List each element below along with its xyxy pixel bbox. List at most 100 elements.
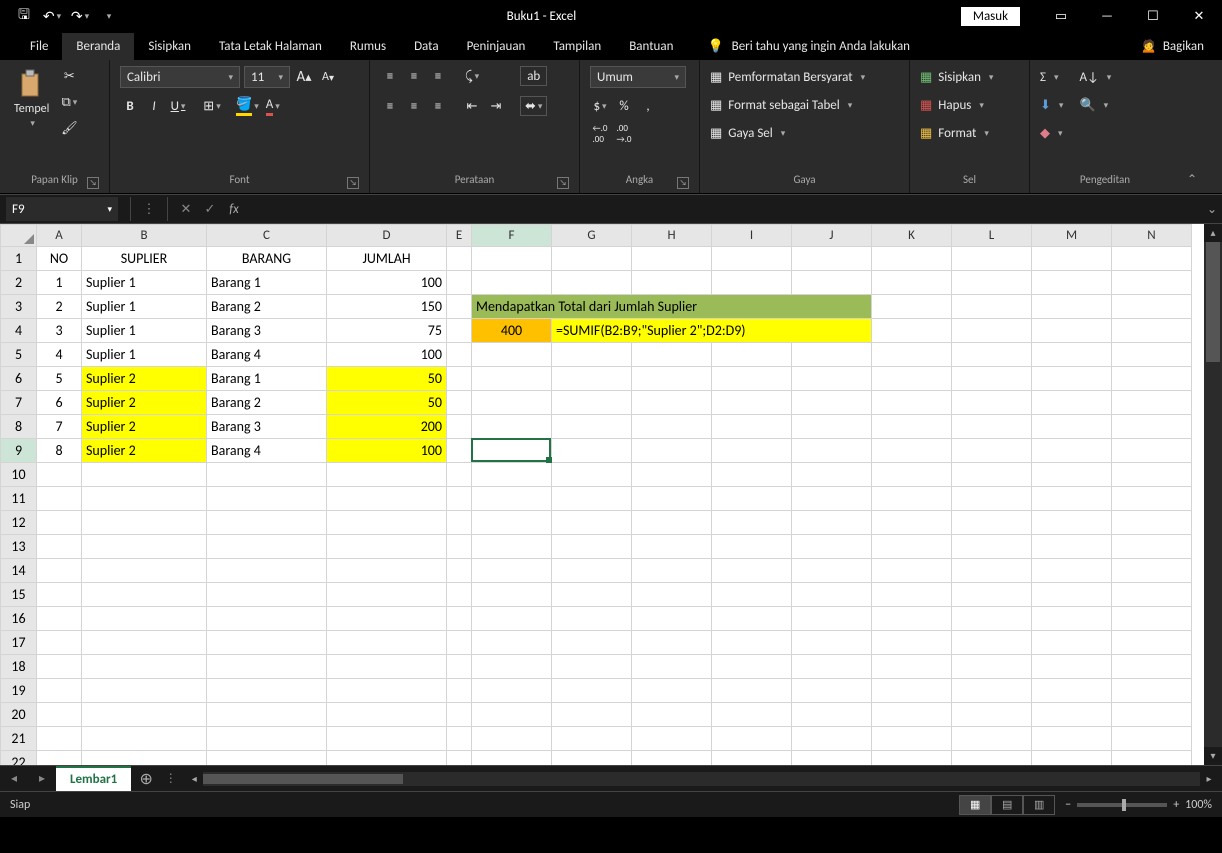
cell-G16[interactable] [552, 607, 632, 631]
cell-G1[interactable] [552, 247, 632, 271]
row-header-10[interactable]: 10 [1, 463, 37, 487]
align-middle-icon[interactable]: ≡ [404, 66, 424, 86]
cell-F3[interactable]: Mendapatkan Total dari Jumlah Suplier [472, 295, 872, 319]
cell-K1[interactable] [872, 247, 952, 271]
cell-B15[interactable] [82, 583, 207, 607]
cell-D5[interactable]: 100 [327, 343, 447, 367]
cell-C19[interactable] [207, 679, 327, 703]
cell-C4[interactable]: Barang 3 [207, 319, 327, 343]
normal-view-button[interactable]: ▦ [959, 795, 991, 815]
cell-D3[interactable]: 150 [327, 295, 447, 319]
expand-formula-bar-icon[interactable]: ⌄ [1202, 202, 1222, 217]
cell-K2[interactable] [872, 271, 952, 295]
align-left-icon[interactable]: ≡ [380, 96, 400, 116]
comma-button[interactable]: , [638, 96, 658, 116]
cell-D19[interactable] [327, 679, 447, 703]
cell-L8[interactable] [952, 415, 1032, 439]
increase-decimal-icon[interactable]: ←.0.00 [590, 124, 610, 144]
cell-N11[interactable] [1112, 487, 1192, 511]
cell-M5[interactable] [1032, 343, 1112, 367]
row-header-13[interactable]: 13 [1, 535, 37, 559]
cell-D4[interactable]: 75 [327, 319, 447, 343]
column-header-F[interactable]: F [472, 225, 552, 247]
cell-H1[interactable] [632, 247, 712, 271]
cell-L6[interactable] [952, 367, 1032, 391]
cell-F20[interactable] [472, 703, 552, 727]
number-format-dropdown[interactable]: Umum▾ [590, 66, 686, 88]
tab-data[interactable]: Data [400, 33, 453, 60]
cell-C1[interactable]: BARANG [207, 247, 327, 271]
cell-M19[interactable] [1032, 679, 1112, 703]
cell-H7[interactable] [632, 391, 712, 415]
undo-icon[interactable]: ↶▾ [38, 2, 66, 30]
cell-I9[interactable] [712, 439, 792, 463]
cell-B1[interactable]: SUPLIER [82, 247, 207, 271]
cell-J21[interactable] [792, 727, 872, 751]
cell-J5[interactable] [792, 343, 872, 367]
cell-D14[interactable] [327, 559, 447, 583]
cell-C3[interactable]: Barang 2 [207, 295, 327, 319]
cell-J9[interactable] [792, 439, 872, 463]
zoom-slider[interactable] [1077, 803, 1167, 807]
cell-M13[interactable] [1032, 535, 1112, 559]
row-header-6[interactable]: 6 [1, 367, 37, 391]
cell-N13[interactable] [1112, 535, 1192, 559]
cell-G19[interactable] [552, 679, 632, 703]
maximize-button[interactable]: ☐ [1130, 0, 1176, 32]
cell-N19[interactable] [1112, 679, 1192, 703]
cell-J1[interactable] [792, 247, 872, 271]
cell-D21[interactable] [327, 727, 447, 751]
cell-E18[interactable] [447, 655, 472, 679]
cell-L19[interactable] [952, 679, 1032, 703]
cell-A12[interactable] [37, 511, 82, 535]
cell-N1[interactable] [1112, 247, 1192, 271]
cell-H20[interactable] [632, 703, 712, 727]
cell-I7[interactable] [712, 391, 792, 415]
cell-E11[interactable] [447, 487, 472, 511]
cell-F15[interactable] [472, 583, 552, 607]
row-header-20[interactable]: 20 [1, 703, 37, 727]
alignment-dialog-icon[interactable]: ↘ [557, 177, 569, 189]
cell-I8[interactable] [712, 415, 792, 439]
cell-M6[interactable] [1032, 367, 1112, 391]
cell-A15[interactable] [37, 583, 82, 607]
cell-L16[interactable] [952, 607, 1032, 631]
cell-H19[interactable] [632, 679, 712, 703]
cell-M9[interactable] [1032, 439, 1112, 463]
cell-A5[interactable]: 4 [37, 343, 82, 367]
cell-J10[interactable] [792, 463, 872, 487]
cell-F10[interactable] [472, 463, 552, 487]
cell-K20[interactable] [872, 703, 952, 727]
row-header-8[interactable]: 8 [1, 415, 37, 439]
cell-L18[interactable] [952, 655, 1032, 679]
cell-D18[interactable] [327, 655, 447, 679]
cell-H15[interactable] [632, 583, 712, 607]
cell-M22[interactable] [1032, 751, 1112, 766]
fill-button[interactable]: ⬇▾ [1040, 94, 1063, 116]
tab-tata-letak[interactable]: Tata Letak Halaman [205, 33, 336, 60]
cell-F16[interactable] [472, 607, 552, 631]
find-select-button[interactable]: 🔍▾ [1079, 94, 1111, 116]
cell-I15[interactable] [712, 583, 792, 607]
cell-F1[interactable] [472, 247, 552, 271]
cell-K14[interactable] [872, 559, 952, 583]
cell-G7[interactable] [552, 391, 632, 415]
cell-K13[interactable] [872, 535, 952, 559]
cell-K4[interactable] [872, 319, 952, 343]
cell-F5[interactable] [472, 343, 552, 367]
format-painter-icon[interactable]: 🖌 [59, 118, 79, 138]
cell-L12[interactable] [952, 511, 1032, 535]
bold-button[interactable]: B [120, 96, 140, 116]
cell-I22[interactable] [712, 751, 792, 766]
row-header-19[interactable]: 19 [1, 679, 37, 703]
cell-G18[interactable] [552, 655, 632, 679]
cell-M15[interactable] [1032, 583, 1112, 607]
cell-L20[interactable] [952, 703, 1032, 727]
cell-C12[interactable] [207, 511, 327, 535]
column-header-K[interactable]: K [872, 225, 952, 247]
cell-K5[interactable] [872, 343, 952, 367]
cell-B14[interactable] [82, 559, 207, 583]
cell-N21[interactable] [1112, 727, 1192, 751]
column-header-N[interactable]: N [1112, 225, 1192, 247]
sheet-tab-lembar1[interactable]: Lembar1 [56, 766, 131, 791]
